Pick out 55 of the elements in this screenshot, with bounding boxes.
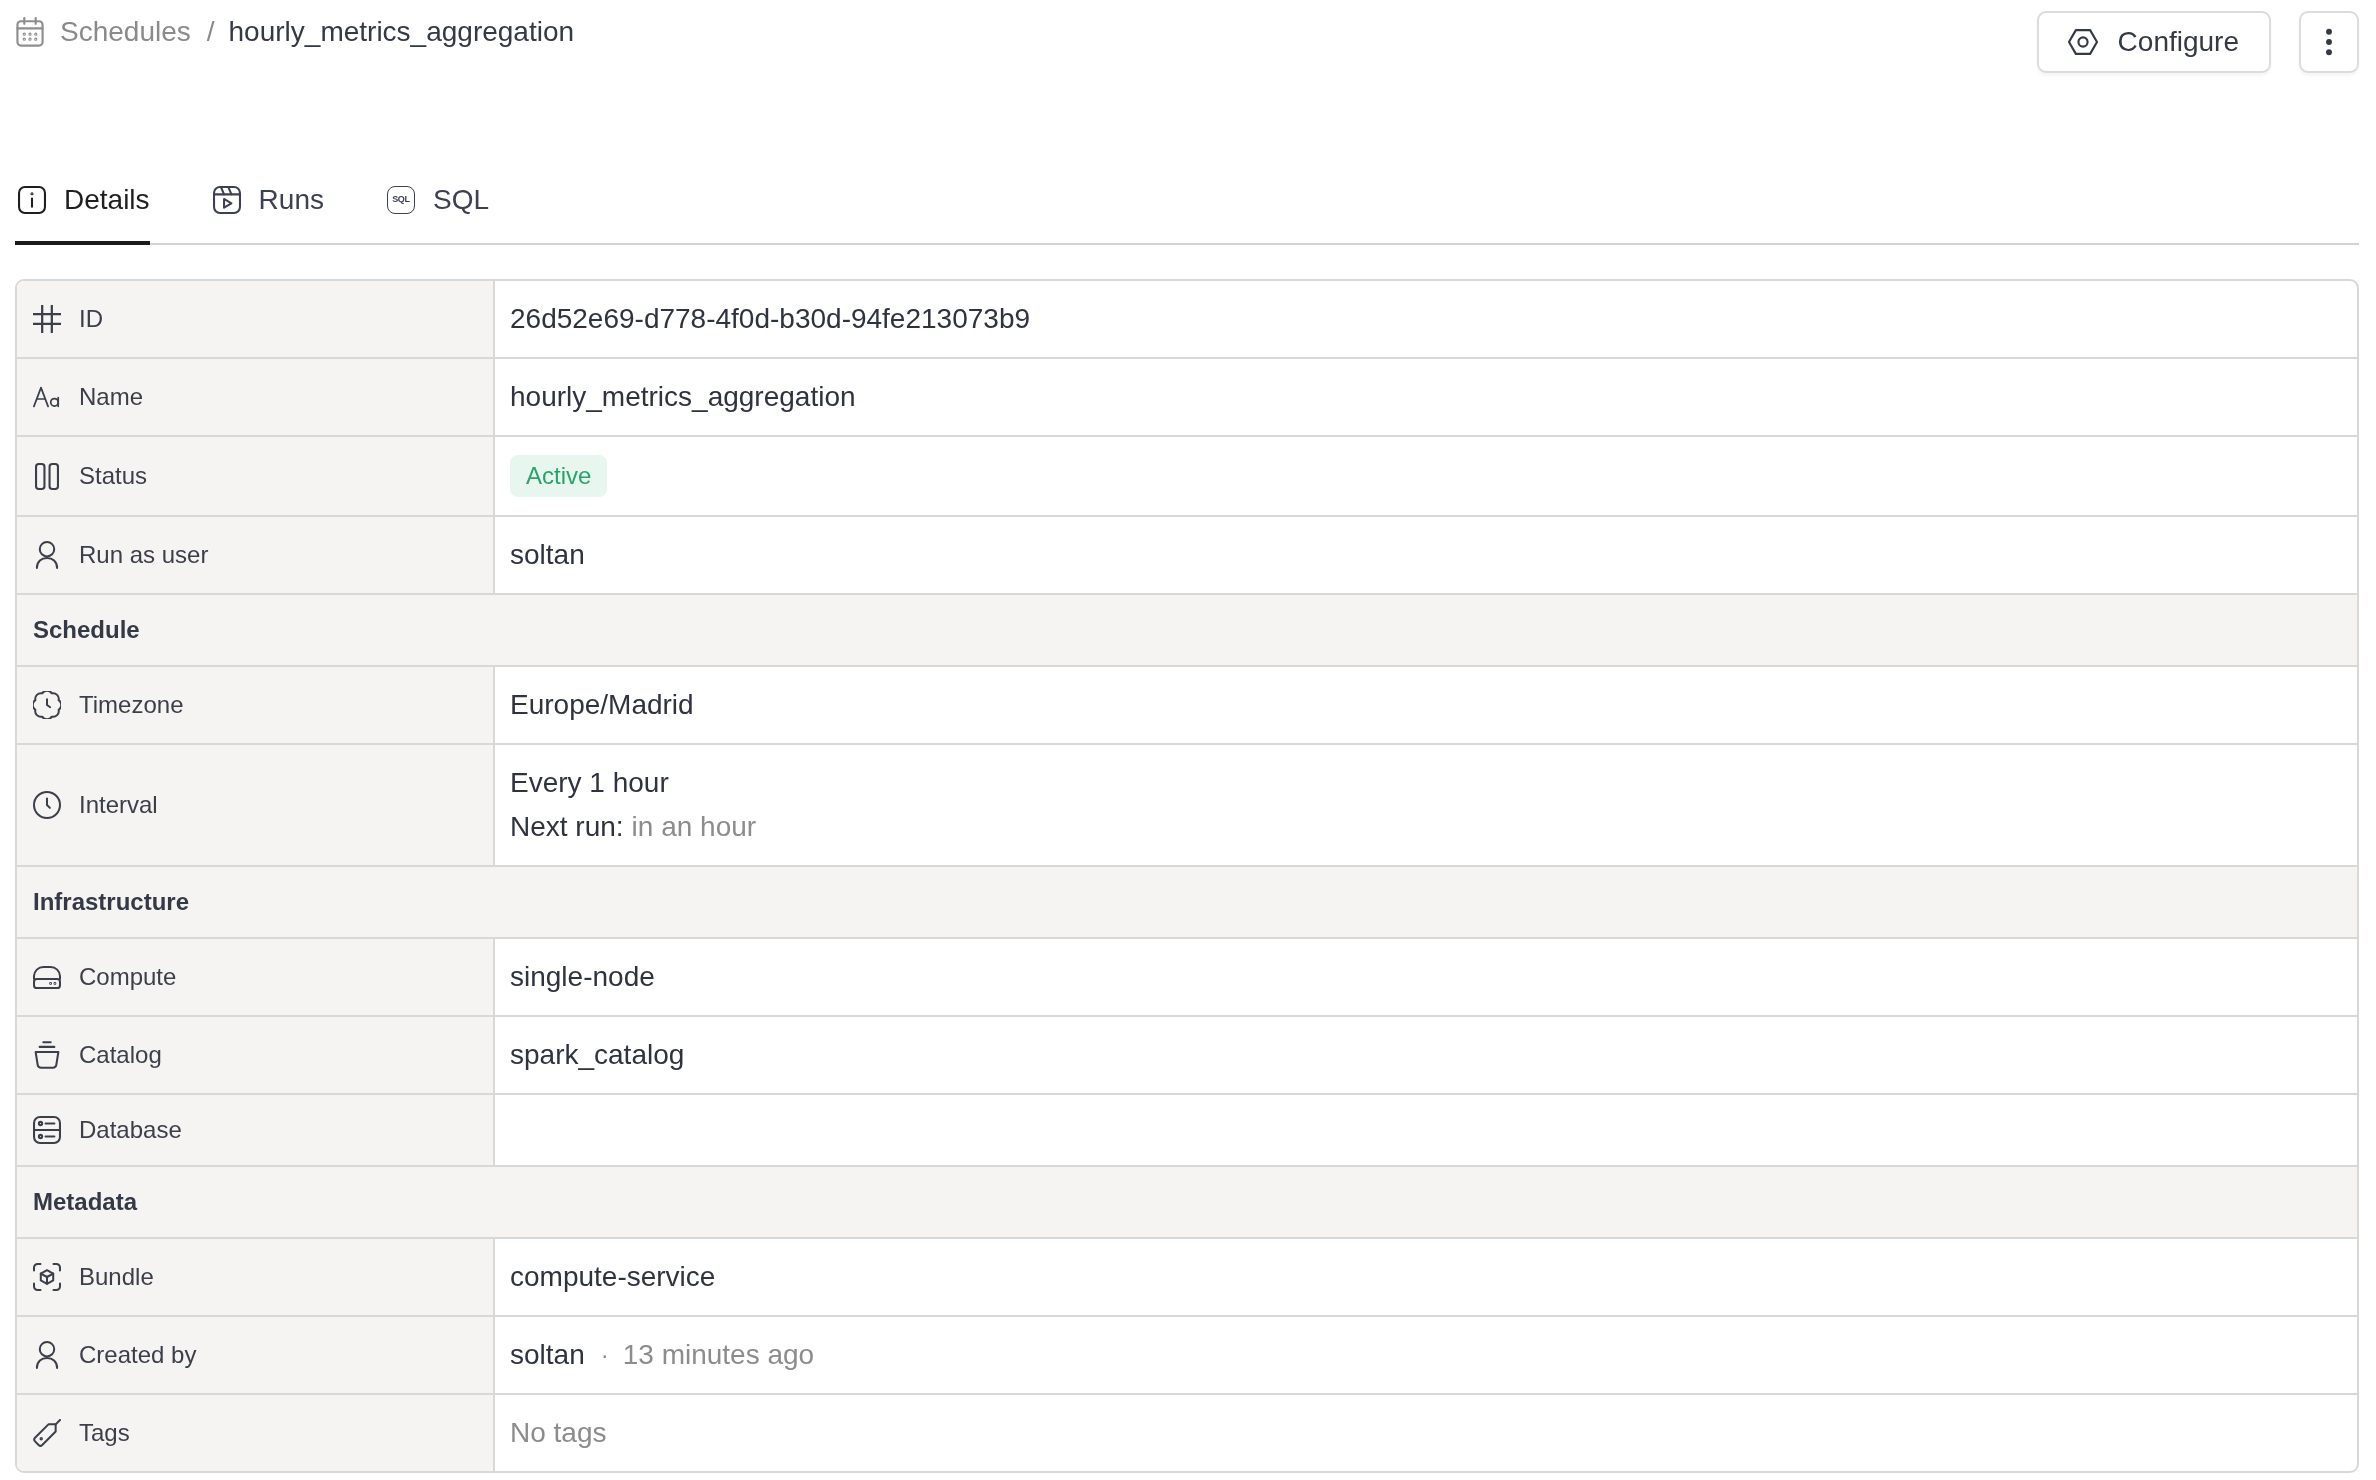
columns-icon (33, 462, 61, 490)
field-label: ID (79, 304, 103, 334)
next-run-time: in an hour (631, 810, 757, 844)
breadcrumb-current: hourly_metrics_aggregation (228, 16, 575, 48)
field-value: soltan (510, 538, 585, 572)
hash-icon (33, 305, 61, 333)
field-label: Run as user (79, 540, 209, 570)
status-badge: Active (510, 455, 608, 497)
field-value: 26d52e69-d778-4f0d-b30d-94fe213073b9 (510, 302, 1031, 336)
info-icon (18, 186, 46, 214)
tab[interactable]: Details (15, 160, 150, 245)
more-button[interactable] (2299, 11, 2359, 73)
letter-case-icon (33, 386, 61, 408)
tab[interactable]: Runs (209, 160, 324, 245)
field-label: Compute (79, 962, 177, 992)
field-label: Status (79, 461, 148, 491)
calendar-icon (16, 17, 44, 47)
hard-drive-icon (33, 964, 61, 990)
empty-value: No tags (510, 1416, 607, 1450)
section-title: Schedule (33, 616, 140, 643)
clock-icon (33, 791, 61, 819)
user-name: soltan (510, 1338, 585, 1372)
jar-icon (33, 1041, 61, 1069)
tag-icon (33, 1419, 61, 1447)
settings-icon (2067, 29, 2098, 55)
relative-time: 13 minutes ago (622, 1338, 815, 1372)
user-icon (33, 541, 61, 569)
cube-scan-icon (33, 1263, 61, 1291)
field-label: Bundle (79, 1262, 154, 1292)
field-value: spark_catalog (510, 1038, 685, 1072)
field-label: Created by (79, 1340, 197, 1370)
more-icon (2325, 28, 2333, 56)
field-label: Tags (79, 1418, 130, 1448)
field-label: Name (79, 382, 144, 412)
interval-value: Every 1 hour (510, 766, 670, 800)
dot-separator: · (600, 1340, 609, 1370)
field-value: single-node (510, 960, 655, 994)
section-title: Infrastructure (33, 888, 190, 915)
next-run-label: Next run: (510, 810, 624, 844)
clock-badge-icon (33, 691, 61, 719)
field-label: Database (79, 1115, 182, 1145)
server-icon (33, 1116, 61, 1144)
field-label: Timezone (79, 690, 184, 720)
sql-icon: SQL (386, 186, 415, 214)
field-label: Interval (79, 790, 158, 820)
field-label: Catalog (79, 1040, 162, 1070)
user-icon (33, 1341, 61, 1369)
section-title: Metadata (33, 1188, 138, 1215)
field-value: compute-service (510, 1260, 716, 1294)
clapperboard-play-icon (212, 186, 241, 214)
configure-button[interactable]: Configure (2036, 11, 2271, 73)
tab[interactable]: SQL SQL (383, 160, 489, 245)
field-value: Europe/Madrid (510, 688, 694, 722)
breadcrumb-separator: / (206, 16, 215, 48)
field-value: hourly_metrics_aggregation (510, 380, 856, 414)
